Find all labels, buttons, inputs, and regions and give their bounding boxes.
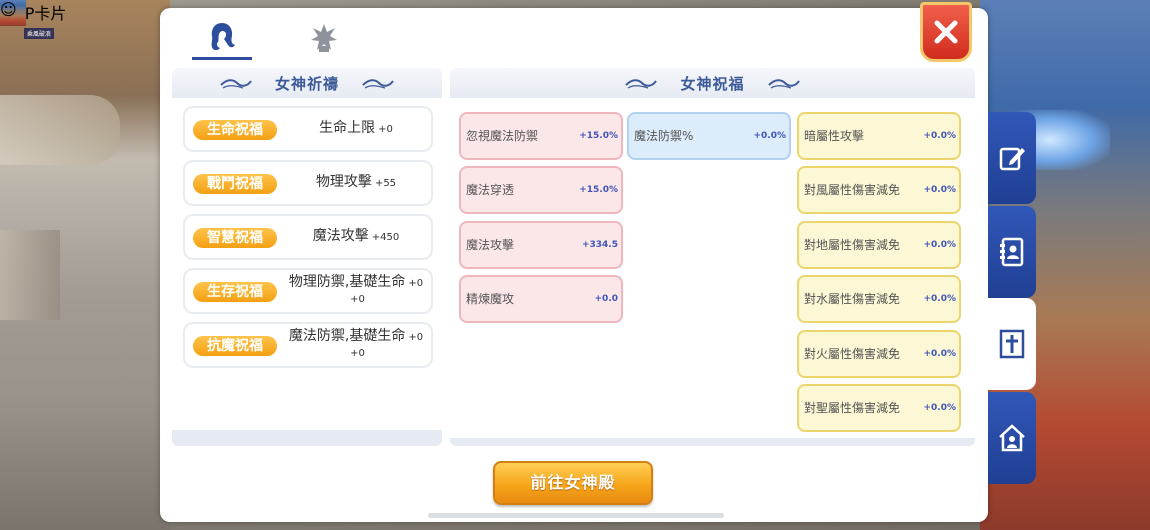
smiley-icon[interactable]: ☺ — [0, 0, 26, 26]
stat-card[interactable]: 忽視魔法防禦 +15.0% — [459, 112, 623, 160]
blessing-value: 物理防禦,基礎生命 +0 +0 — [283, 270, 429, 312]
blessing-tag: 生命祝福 — [193, 120, 277, 140]
stat-card[interactable]: 對聖屬性傷害減免 +0.0% — [797, 384, 961, 432]
stat-name: 忽視魔法防禦 — [466, 128, 539, 143]
goddess-blessing-title: 女神祝福 — [680, 74, 745, 93]
stat-card[interactable]: 對風屬性傷害減免 +0.0% — [797, 166, 961, 214]
swirl-ornament-icon — [767, 79, 800, 89]
stat-value: +0.0% — [923, 131, 956, 141]
blessing-number: +0 — [408, 278, 424, 289]
side-tab-guild[interactable] — [988, 392, 1036, 484]
swirl-ornament-icon — [625, 79, 658, 89]
section-footer — [172, 430, 442, 446]
stat-card[interactable]: 精煉魔攻 +0.0 — [459, 275, 623, 323]
scenery-pillar — [0, 230, 60, 320]
contacts-book-icon — [1000, 237, 1024, 267]
tab-goddess[interactable] — [192, 16, 252, 60]
blessing-tag: 戰鬥祝福 — [193, 174, 277, 194]
swirl-ornament-icon — [220, 79, 252, 89]
player-nameplate: 乘風破浪 — [24, 28, 55, 39]
stat-value: +0.0% — [923, 349, 956, 359]
blessing-number: +0 — [408, 332, 424, 343]
scenery-stone — [0, 95, 120, 165]
blessing-stat: 物理防禦,基礎生命 — [288, 274, 406, 290]
stat-name: 對地屬性傷害減免 — [804, 237, 901, 252]
guild-house-icon — [999, 424, 1025, 452]
blessing-number: +450 — [371, 232, 400, 243]
stat-card[interactable]: 暗屬性攻擊 +0.0% — [797, 112, 961, 160]
section-footer — [450, 438, 975, 446]
blessing-value: 生命上限 +0 — [283, 108, 429, 150]
goddess-blessing-panel: 女神祈禱 生命祝福 生命上限 +0 戰鬥祝福 物理攻擊 +55 智慧祝福 魔法攻擊 +… — [160, 2, 988, 522]
blessing-stat: 魔法攻擊 — [312, 228, 369, 244]
side-tab-contacts[interactable] — [988, 206, 1036, 298]
stat-value: +0.0 — [594, 294, 618, 304]
stat-card[interactable]: 對地屬性傷害減免 +0.0% — [797, 221, 961, 269]
side-tab-edit[interactable] — [988, 112, 1036, 204]
cross-emblem-icon — [999, 329, 1025, 359]
stat-card[interactable]: 對火屬性傷害減免 +0.0% — [797, 330, 961, 378]
blessing-tag: 生存祝福 — [193, 282, 277, 302]
stat-name: 魔法穿透 — [466, 182, 515, 197]
close-icon — [934, 20, 958, 44]
stat-name: 魔法防禦% — [634, 128, 694, 143]
blessing-row[interactable]: 戰鬥祝福 物理攻擊 +55 — [183, 160, 433, 206]
goddess-prayer-title: 女神祈禱 — [274, 74, 339, 93]
stat-value: +0.0% — [753, 131, 786, 141]
goddess-blessing-header: 女神祝福 — [450, 68, 975, 98]
stat-card[interactable]: 對水屬性傷害減免 +0.0% — [797, 275, 961, 323]
stat-name: 對聖屬性傷害減免 — [804, 400, 901, 415]
scrollbar[interactable] — [428, 513, 724, 518]
blessing-row[interactable]: 抗魔祝福 魔法防禦,基礎生命 +0 +0 — [183, 322, 433, 368]
blessing-stat: 生命上限 — [319, 120, 376, 136]
blessing-value: 魔法攻擊 +450 — [283, 216, 429, 258]
stat-name: 對火屬性傷害減免 — [804, 346, 901, 361]
stat-name: 精煉魔攻 — [466, 291, 515, 306]
stat-value: +0.0% — [923, 403, 956, 413]
stat-value: +0.0% — [923, 294, 956, 304]
blessing-stat: 物理攻擊 — [315, 174, 372, 190]
blessing-stat: 魔法防禦,基礎生命 — [288, 328, 406, 344]
goddess-blessing-section: 女神祝福 忽視魔法防禦 +15.0% 魔法穿透 +15.0% 魔法攻擊 +334… — [450, 68, 975, 446]
stat-value: +334.5 — [581, 240, 618, 250]
goddess-prayer-section: 女神祈禱 生命祝福 生命上限 +0 戰鬥祝福 物理攻擊 +55 智慧祝福 魔法攻擊 +… — [172, 68, 442, 446]
blessing-number-2: +0 — [350, 348, 365, 359]
stat-value: +15.0% — [579, 131, 618, 141]
blessing-list: 生命祝福 生命上限 +0 戰鬥祝福 物理攻擊 +55 智慧祝福 魔法攻擊 +450 生… — [172, 98, 442, 430]
stat-card[interactable]: 魔法穿透 +15.0% — [459, 166, 623, 214]
stat-value: +15.0% — [579, 185, 618, 195]
blessing-value: 魔法防禦,基礎生命 +0 +0 — [283, 324, 429, 366]
stat-name: 對風屬性傷害減免 — [804, 182, 901, 197]
blessing-tag: 智慧祝福 — [193, 228, 277, 248]
stat-name: 對水屬性傷害減免 — [804, 291, 901, 306]
goddess-prayer-header: 女神祈禱 — [172, 68, 442, 98]
goddess-head-icon — [211, 22, 235, 50]
tab-crystal[interactable] — [294, 16, 354, 60]
stat-value: +0.0% — [923, 185, 956, 195]
blessing-value: 物理攻擊 +55 — [283, 162, 429, 204]
blessing-stats-grid: 忽視魔法防禦 +15.0% 魔法穿透 +15.0% 魔法攻擊 +334.5 精煉… — [450, 98, 975, 446]
blessing-tag: 抗魔祝福 — [193, 336, 277, 356]
edit-icon — [999, 147, 1025, 171]
stat-card[interactable]: 魔法攻擊 +334.5 — [459, 221, 623, 269]
blessing-row[interactable]: 智慧祝福 魔法攻擊 +450 — [183, 214, 433, 260]
side-tab-cross[interactable] — [988, 298, 1036, 390]
blessing-row[interactable]: 生存祝福 物理防禦,基礎生命 +0 +0 — [183, 268, 433, 314]
blessing-row[interactable]: 生命祝福 生命上限 +0 — [183, 106, 433, 152]
stat-name: 暗屬性攻擊 — [804, 128, 865, 143]
crystal-emblem-icon — [311, 24, 337, 52]
blessing-number: +0 — [378, 124, 393, 135]
blessing-number: +55 — [374, 178, 397, 189]
panel-tab-bar — [160, 2, 988, 66]
stat-value: +0.0% — [923, 240, 956, 250]
go-to-goddess-temple-button[interactable]: 前往女神殿 — [493, 461, 653, 505]
stat-name: 魔法攻擊 — [466, 237, 515, 252]
stat-card[interactable]: 魔法防禦% +0.0% — [627, 112, 791, 160]
close-button[interactable] — [920, 2, 972, 62]
background-scene-left — [0, 0, 170, 530]
swirl-ornament-icon — [362, 79, 394, 89]
blessing-number-2: +0 — [350, 294, 365, 305]
